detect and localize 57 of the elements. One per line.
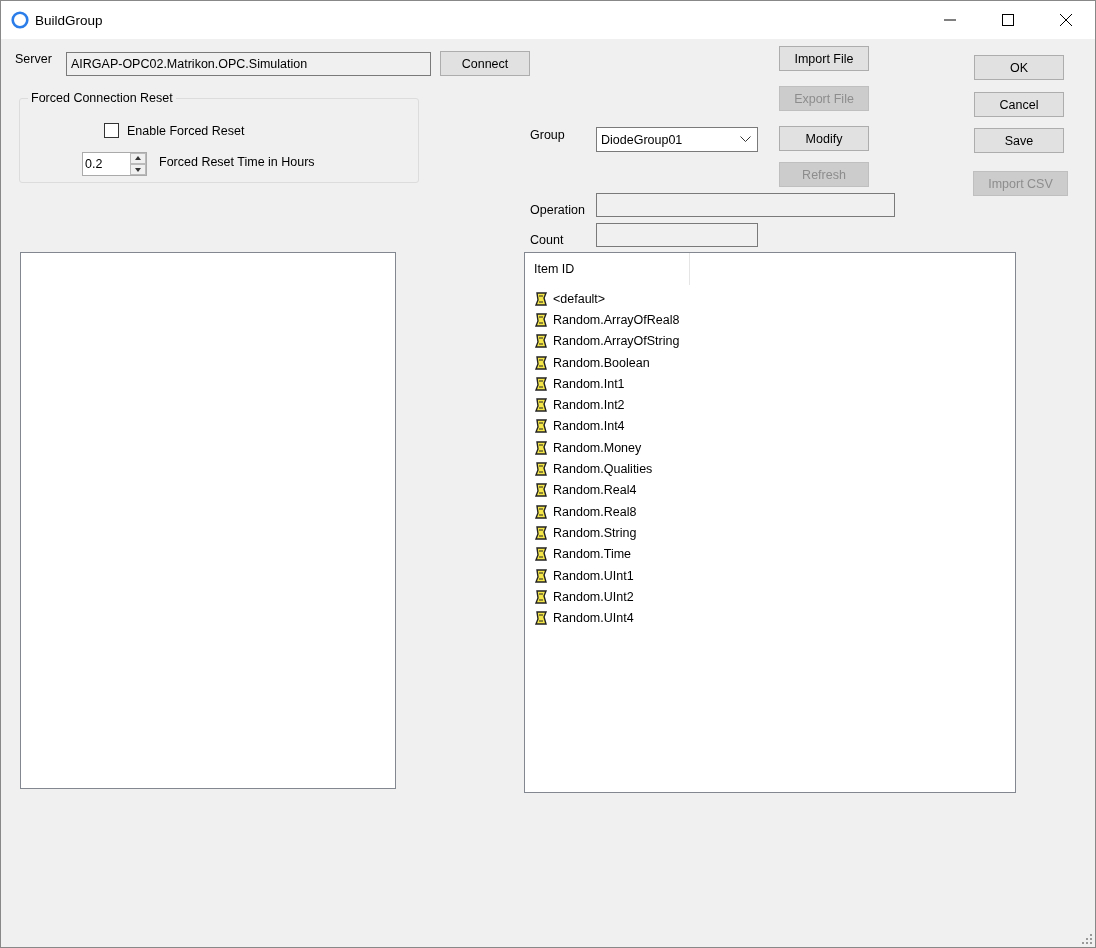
item-tag-icon <box>534 334 548 349</box>
column-header[interactable]: Item ID <box>525 253 690 285</box>
item-row[interactable]: Random.Int1 <box>525 373 1015 395</box>
item-row[interactable]: Random.UInt1 <box>525 564 1015 587</box>
item-row[interactable]: Random.Qualities <box>525 458 1015 480</box>
item-row[interactable]: Random.Money <box>525 437 1015 459</box>
item-tag-icon <box>534 611 548 626</box>
app-logo-icon <box>11 11 29 29</box>
count-field[interactable] <box>596 223 758 247</box>
item-tag-icon <box>534 568 548 583</box>
dialog-button[interactable]: Save <box>974 128 1064 153</box>
dropdown-caret-icon <box>740 136 751 143</box>
count-label: Count <box>530 233 564 248</box>
item-row[interactable]: Random.Int4 <box>525 415 1015 438</box>
action-button[interactable]: Import File <box>779 46 869 71</box>
server-label: Server <box>15 52 52 67</box>
dialog-button[interactable]: Cancel <box>974 92 1064 117</box>
item-row[interactable]: Random.UInt4 <box>525 607 1015 629</box>
checkbox[interactable] <box>104 123 119 138</box>
checkbox-label: Enable Forced Reset <box>127 124 245 139</box>
item-tag-icon <box>534 419 548 434</box>
item-row[interactable]: Random.Int2 <box>525 394 1015 416</box>
item-tag-icon <box>534 525 548 540</box>
group-label: Group <box>530 128 565 143</box>
item-tag-icon <box>534 291 548 306</box>
item-row[interactable]: Random.Time <box>525 543 1015 565</box>
item-tag-icon <box>534 589 548 604</box>
item-tag-icon <box>534 398 548 413</box>
close-icon[interactable] <box>1060 14 1072 26</box>
item-tag-icon <box>534 376 548 391</box>
item-row[interactable]: <default> <box>525 288 1015 310</box>
window-title: BuildGroup <box>35 12 103 28</box>
action-button[interactable]: Modify <box>779 126 869 151</box>
connect-button[interactable]: Connect <box>440 51 530 76</box>
operation-field[interactable] <box>596 193 895 217</box>
item-tag-icon <box>534 355 548 370</box>
item-row[interactable]: Random.Real8 <box>525 500 1015 523</box>
item-row[interactable]: Random.ArrayOfString <box>525 330 1015 352</box>
item-row[interactable]: Random.Real4 <box>525 479 1015 501</box>
item-tag-icon <box>534 483 548 498</box>
number-spinner[interactable]: 0.2 <box>82 152 147 176</box>
item-row[interactable]: Random.ArrayOfReal8 <box>525 309 1015 331</box>
dialog-button[interactable]: OK <box>974 55 1064 80</box>
item-tag-icon <box>534 504 548 519</box>
item-tag-icon <box>534 312 548 327</box>
item-row[interactable]: Random.UInt2 <box>525 586 1015 608</box>
spinner-label: Forced Reset Time in Hours <box>159 155 315 170</box>
maximize-icon[interactable] <box>1002 14 1014 26</box>
resize-grip-icon <box>1082 934 1092 944</box>
operation-label: Operation <box>530 203 585 218</box>
item-tag-icon <box>534 547 548 562</box>
group-dropdown[interactable]: DiodeGroup01 <box>596 127 758 152</box>
item-row[interactable]: Random.Boolean <box>525 351 1015 374</box>
item-row[interactable]: Random.String <box>525 522 1015 544</box>
item-tag-icon <box>534 462 548 476</box>
item-tag-icon <box>534 440 548 455</box>
server-field[interactable]: AIRGAP-OPC02.Matrikon.OPC.Simulation <box>66 52 431 76</box>
